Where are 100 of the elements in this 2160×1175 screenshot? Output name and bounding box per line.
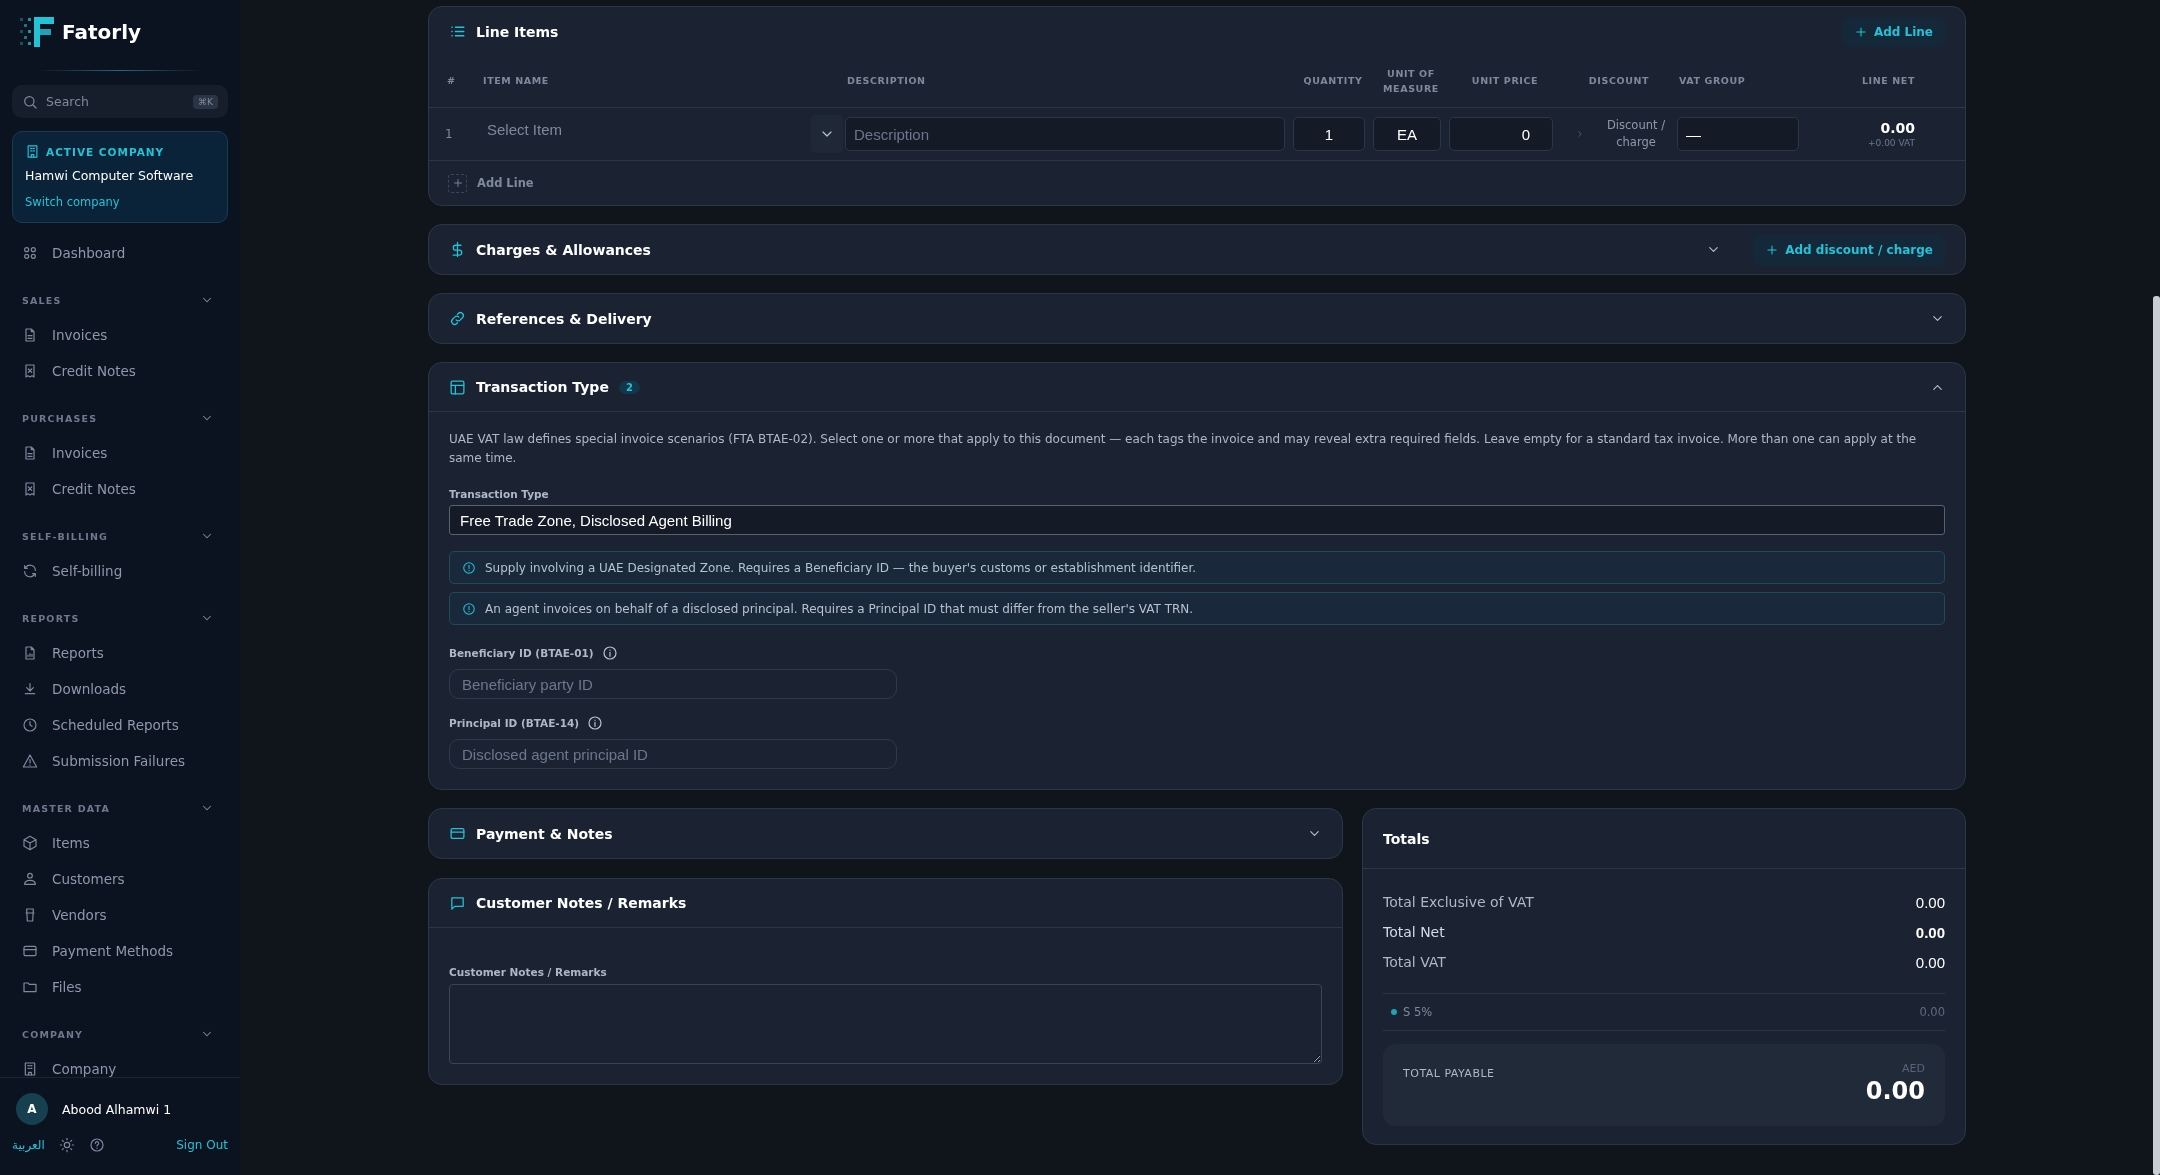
group-header[interactable]: REPORTS xyxy=(22,601,214,635)
card-title: Payment & Notes xyxy=(476,825,613,842)
group-header[interactable]: COMPANY xyxy=(22,1017,214,1051)
nav-item[interactable]: Submission Failures xyxy=(22,743,214,779)
search-field[interactable]: Search ⌘K xyxy=(12,85,228,118)
group-header[interactable]: MASTER DATA xyxy=(22,791,214,825)
add-line-link[interactable]: Add Line xyxy=(429,161,1965,205)
nav-item[interactable]: Credit Notes xyxy=(22,353,214,389)
app-logo: Fatorly xyxy=(62,20,142,44)
payable-amount: 0.00 xyxy=(1865,1077,1925,1106)
unit-price-field[interactable]: 0 xyxy=(1449,117,1553,151)
transaction-type-field[interactable]: Free Trade Zone, Disclosed Agent Billing xyxy=(449,505,1945,536)
currency-label: AED xyxy=(1902,1062,1925,1076)
column-header: # xyxy=(446,74,457,89)
nav-item[interactable]: Files xyxy=(22,969,214,1005)
total-label: Total VAT xyxy=(1383,954,1446,971)
plus-icon xyxy=(1853,24,1868,39)
nav-icon xyxy=(22,1061,38,1077)
total-value: 0.00 xyxy=(1915,953,1945,971)
vat-rate-value: 0.00 xyxy=(1919,1005,1945,1020)
sign-out-link[interactable]: Sign Out xyxy=(176,1138,228,1152)
company-label: ACTIVE COMPANY xyxy=(46,145,165,158)
nav-item[interactable]: Customers xyxy=(22,861,214,897)
nav-icon xyxy=(22,835,38,851)
group-header[interactable]: SELF-BILLING xyxy=(22,519,214,553)
nav-item[interactable]: Downloads xyxy=(22,671,214,707)
company-name: Hamwi Computer Software xyxy=(25,168,195,183)
payable-label: TOTAL PAYABLE xyxy=(1403,1067,1495,1081)
nav-item[interactable]: Dashboard xyxy=(22,235,214,271)
notes-field[interactable] xyxy=(449,984,1322,1065)
total-label: Total Net xyxy=(1383,924,1445,941)
user-name: Abood Alhamwi 1 xyxy=(62,1101,172,1117)
nav-icon xyxy=(22,681,38,697)
nav-icon xyxy=(22,645,38,661)
nav-item[interactable]: Scheduled Reports xyxy=(22,707,214,743)
card-title: Customer Notes / Remarks xyxy=(476,895,687,912)
field-label: Principal ID (BTAE-14) xyxy=(449,717,580,730)
group-header[interactable]: PURCHASES xyxy=(22,401,214,435)
total-value: 0.00 xyxy=(1915,923,1945,941)
column-header: UNIT OF MEASURE xyxy=(1382,67,1440,96)
logo-icon xyxy=(20,17,56,47)
nav-icon xyxy=(22,327,38,343)
column-header: VAT GROUP xyxy=(1678,74,1747,89)
nav-item[interactable]: Reports xyxy=(22,635,214,671)
id-field[interactable]: Beneficiary party ID xyxy=(449,669,897,700)
card-title: Transaction Type xyxy=(476,379,609,395)
nav-item[interactable]: Items xyxy=(22,825,214,861)
vat-rate-label: S 5% xyxy=(1403,1005,1433,1020)
theme-icon xyxy=(58,1137,75,1153)
plus-icon xyxy=(451,177,464,189)
count-badge: 2 xyxy=(618,380,640,394)
column-header: DESCRIPTION xyxy=(846,74,927,89)
nav-icon xyxy=(22,943,38,959)
total-label: Total Exclusive of VAT xyxy=(1383,894,1534,911)
field-label: Customer Notes / Remarks xyxy=(449,966,608,979)
nav-item[interactable]: Invoices xyxy=(22,435,214,471)
group-header[interactable]: SALES xyxy=(22,283,214,317)
line-vat: +0.00 VAT xyxy=(1867,138,1915,148)
dropdown-button[interactable] xyxy=(811,115,843,153)
row-number: 1 xyxy=(445,127,454,141)
description-field[interactable]: Description xyxy=(845,117,1285,151)
nav-item[interactable]: Company xyxy=(22,1051,214,1077)
building-icon xyxy=(25,144,40,159)
nav-icon xyxy=(22,445,38,461)
language-link[interactable]: العربية xyxy=(12,1138,45,1152)
field-label: Beneficiary ID (BTAE-01) xyxy=(449,647,594,660)
total-value: 0.00 xyxy=(1915,893,1945,911)
add-charge-button[interactable]: Add discount / charge xyxy=(1753,233,1945,266)
nav-icon xyxy=(22,363,38,379)
line-net: 0.00 xyxy=(1879,120,1915,136)
shortcut-badge: ⌘K xyxy=(193,94,218,109)
nav-icon xyxy=(22,245,38,261)
discount-link[interactable]: Discount / charge xyxy=(1595,116,1677,152)
nav-item[interactable]: Payment Methods xyxy=(22,933,214,969)
help-icon xyxy=(88,1137,105,1153)
nav-item[interactable]: Credit Notes xyxy=(22,471,214,507)
nav-item[interactable]: Vendors xyxy=(22,897,214,933)
vat-group-field[interactable]: — xyxy=(1677,117,1799,151)
nav-item[interactable]: Self-billing xyxy=(22,553,214,589)
avatar: A xyxy=(16,1093,48,1125)
nav-icon xyxy=(22,979,38,995)
message-icon xyxy=(449,894,466,912)
chevron-icon xyxy=(1575,129,1585,139)
id-field[interactable]: Disclosed agent principal ID xyxy=(449,739,897,770)
nav-icon xyxy=(22,871,38,887)
scrollbar[interactable] xyxy=(2153,296,2160,1175)
nav-item[interactable]: Invoices xyxy=(22,317,214,353)
quantity-field[interactable]: 1 xyxy=(1293,117,1365,151)
switch-company-link[interactable]: Switch company xyxy=(25,195,120,209)
add-line-button[interactable]: Add Line xyxy=(1841,16,1945,47)
info-icon xyxy=(587,715,604,732)
notice-banner: Supply involving a UAE Designated Zone. Requires a Beneficiary ID — the buyer's customs or establishment identifier. xyxy=(449,551,1945,585)
field-label: Transaction Type xyxy=(449,488,550,501)
item-select[interactable]: Select Item xyxy=(481,115,811,153)
column-header: DISCOUNT xyxy=(1587,74,1651,89)
nav-icon xyxy=(22,753,38,769)
card-title: Totals xyxy=(1383,830,1430,847)
unit-field[interactable]: EA xyxy=(1373,117,1441,151)
alert-icon xyxy=(462,601,476,616)
search-icon xyxy=(22,93,38,110)
